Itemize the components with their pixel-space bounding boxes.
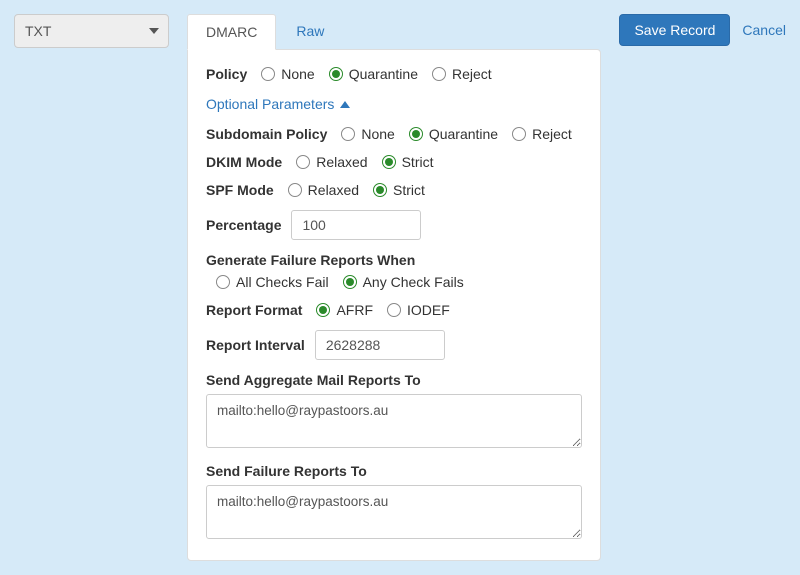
report-interval-label: Report Interval — [206, 337, 305, 353]
radio-icon — [261, 67, 275, 81]
format-afrf-radio[interactable]: AFRF — [316, 302, 373, 318]
radio-icon — [288, 183, 302, 197]
policy-none-label: None — [281, 66, 314, 82]
failure-reports-when-label: Generate Failure Reports When — [206, 252, 582, 268]
spf-strict-radio[interactable]: Strict — [373, 182, 425, 198]
radio-icon — [387, 303, 401, 317]
format-afrf-label: AFRF — [336, 302, 373, 318]
policy-reject-radio[interactable]: Reject — [432, 66, 492, 82]
tab-dmarc[interactable]: DMARC — [187, 14, 276, 50]
radio-icon — [409, 127, 423, 141]
dmarc-panel: Policy None Quarantine Reject — [187, 49, 601, 561]
dkim-relaxed-label: Relaxed — [316, 154, 367, 170]
percentage-label: Percentage — [206, 217, 281, 233]
failure-reports-to-textarea[interactable] — [206, 485, 582, 539]
percentage-input[interactable] — [291, 210, 421, 240]
radio-icon — [216, 275, 230, 289]
subdomain-quarantine-label: Quarantine — [429, 126, 498, 142]
subdomain-policy-label: Subdomain Policy — [206, 126, 327, 142]
subdomain-reject-radio[interactable]: Reject — [512, 126, 572, 142]
chevron-up-icon — [340, 101, 350, 108]
policy-quarantine-label: Quarantine — [349, 66, 418, 82]
report-interval-input[interactable] — [315, 330, 445, 360]
aggregate-reports-label: Send Aggregate Mail Reports To — [206, 372, 582, 388]
dkim-strict-label: Strict — [402, 154, 434, 170]
failure-all-label: All Checks Fail — [236, 274, 329, 290]
radio-icon — [341, 127, 355, 141]
format-iodef-radio[interactable]: IODEF — [387, 302, 450, 318]
dkim-relaxed-radio[interactable]: Relaxed — [296, 154, 367, 170]
subdomain-reject-label: Reject — [532, 126, 572, 142]
radio-icon — [316, 303, 330, 317]
format-iodef-label: IODEF — [407, 302, 450, 318]
policy-reject-label: Reject — [452, 66, 492, 82]
policy-label: Policy — [206, 66, 247, 82]
policy-quarantine-radio[interactable]: Quarantine — [329, 66, 418, 82]
radio-icon — [343, 275, 357, 289]
radio-icon — [432, 67, 446, 81]
radio-icon — [329, 67, 343, 81]
spf-strict-label: Strict — [393, 182, 425, 198]
dkim-strict-radio[interactable]: Strict — [382, 154, 434, 170]
tab-raw[interactable]: Raw — [278, 14, 342, 50]
aggregate-reports-textarea[interactable] — [206, 394, 582, 448]
save-record-button[interactable]: Save Record — [619, 14, 730, 46]
radio-icon — [512, 127, 526, 141]
subdomain-none-radio[interactable]: None — [341, 126, 394, 142]
subdomain-quarantine-radio[interactable]: Quarantine — [409, 126, 498, 142]
spf-relaxed-radio[interactable]: Relaxed — [288, 182, 359, 198]
record-type-select[interactable]: TXT — [14, 14, 169, 48]
subdomain-none-label: None — [361, 126, 394, 142]
failure-all-radio[interactable]: All Checks Fail — [216, 274, 329, 290]
optional-parameters-label: Optional Parameters — [206, 96, 334, 112]
policy-none-radio[interactable]: None — [261, 66, 314, 82]
report-format-label: Report Format — [206, 302, 302, 318]
failure-reports-to-label: Send Failure Reports To — [206, 463, 582, 479]
cancel-link[interactable]: Cancel — [742, 22, 786, 38]
dkim-mode-label: DKIM Mode — [206, 154, 282, 170]
spf-relaxed-label: Relaxed — [308, 182, 359, 198]
radio-icon — [382, 155, 396, 169]
radio-icon — [296, 155, 310, 169]
optional-parameters-toggle[interactable]: Optional Parameters — [206, 96, 350, 112]
radio-icon — [373, 183, 387, 197]
failure-any-label: Any Check Fails — [363, 274, 464, 290]
spf-mode-label: SPF Mode — [206, 182, 274, 198]
failure-any-radio[interactable]: Any Check Fails — [343, 274, 464, 290]
